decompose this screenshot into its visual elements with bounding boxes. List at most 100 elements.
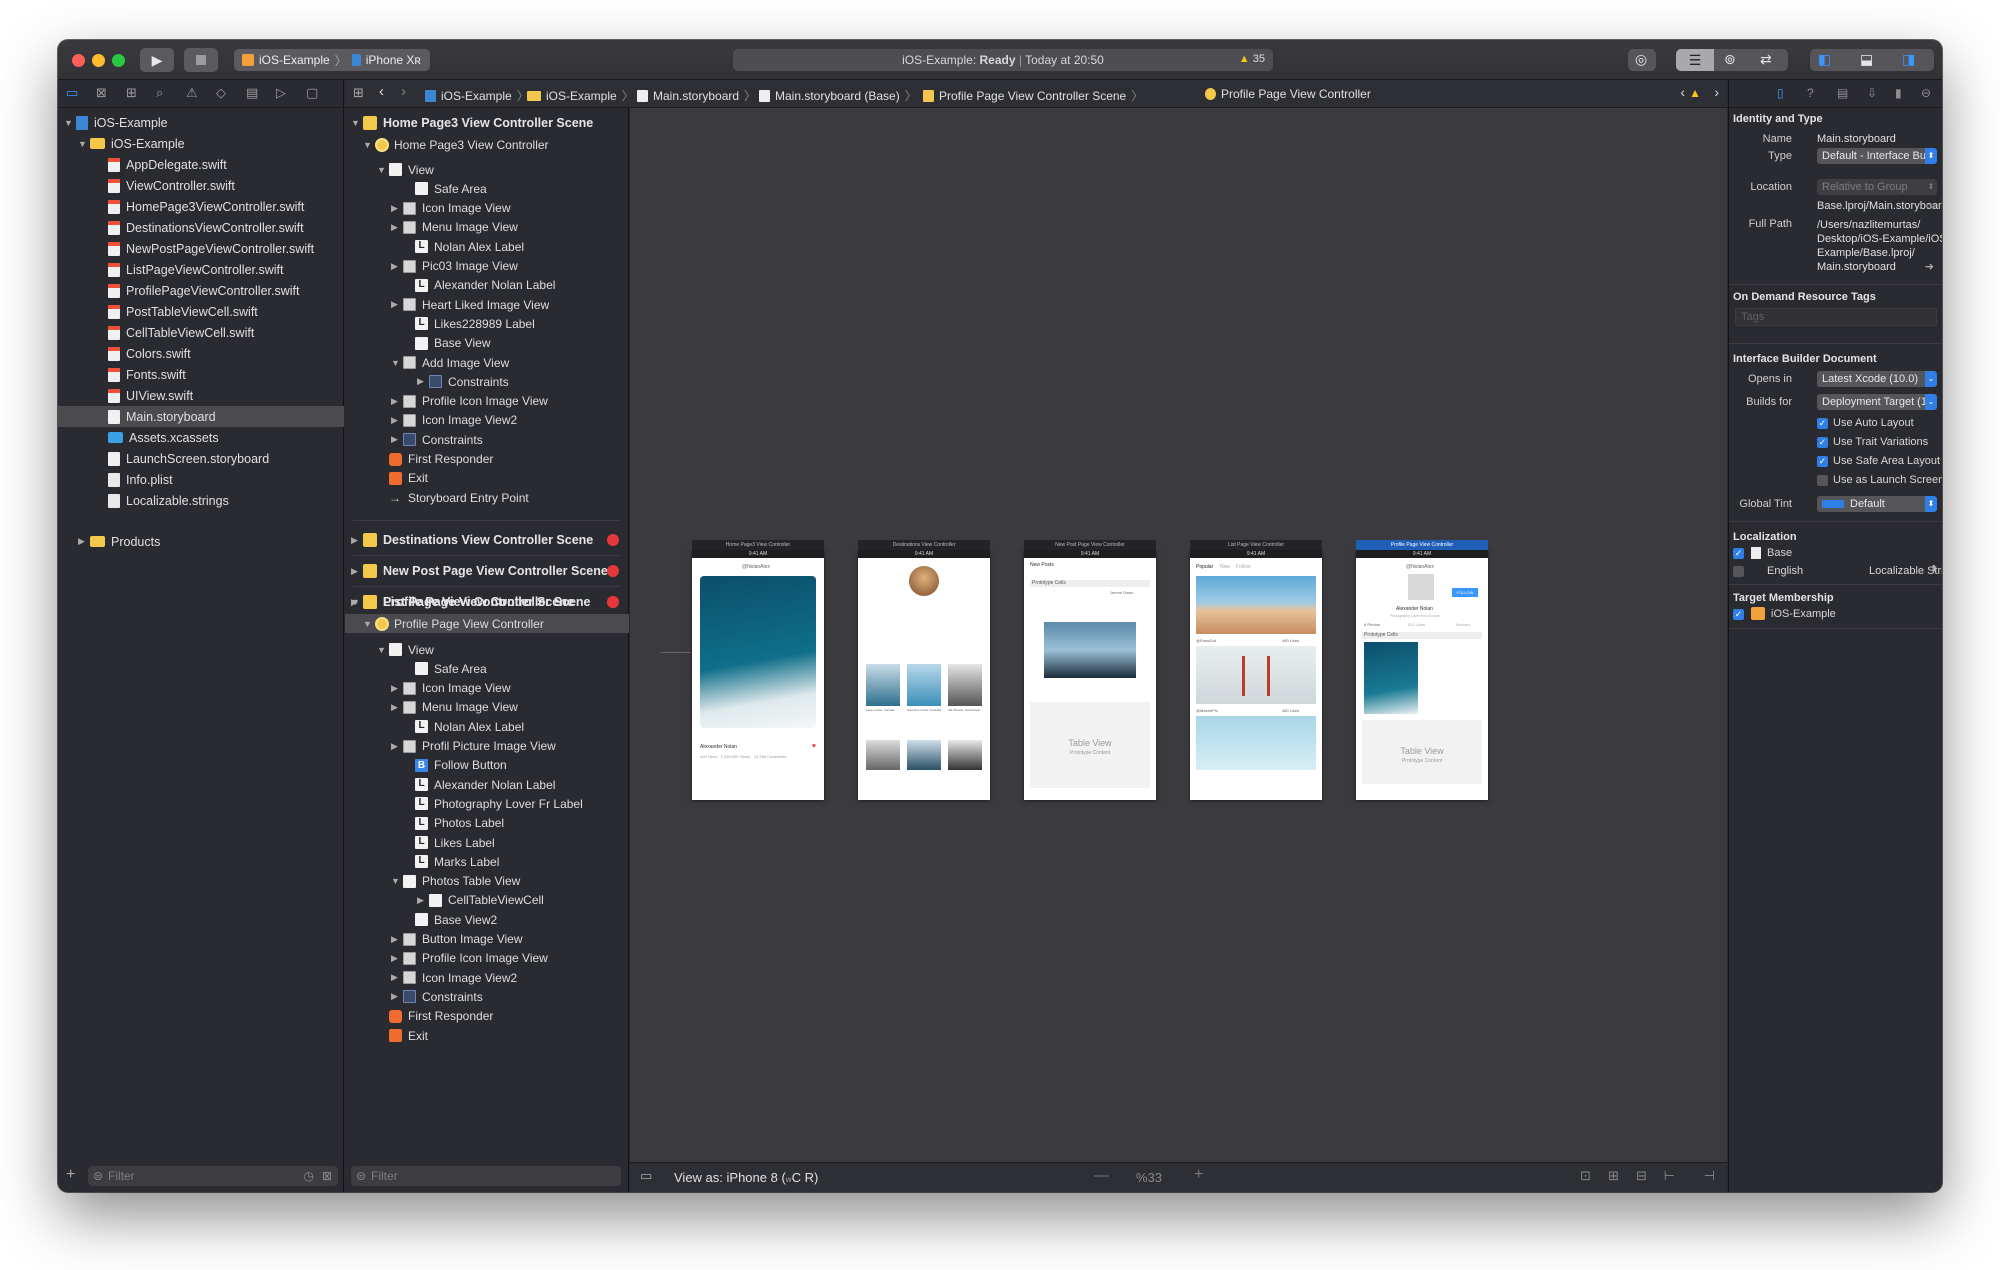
- disclosure-closed-icon[interactable]: ▶: [351, 566, 363, 577]
- tree-root[interactable]: ▼ iOS-Example: [58, 112, 344, 133]
- outline-row[interactable]: First Responder: [345, 1007, 629, 1026]
- disclosure-closed-icon[interactable]: ▶: [78, 536, 90, 547]
- attributes-inspector-icon[interactable]: ⇩: [1867, 86, 1877, 100]
- outline-row[interactable]: ▶ Icon Image View: [345, 199, 629, 218]
- outline-row[interactable]: ▶ CellTableViewCell: [345, 891, 629, 910]
- file-item[interactable]: HomePage3ViewController.swift: [58, 196, 344, 217]
- zoom-in-icon[interactable]: +: [1194, 1166, 1203, 1184]
- outline-row[interactable]: ▶ Profil Picture Image View: [345, 737, 629, 756]
- file-item[interactable]: NewPostPageViewController.swift: [58, 238, 344, 259]
- scene-destinations[interactable]: Destinations View Controller 9:41 AM Lak…: [858, 540, 990, 800]
- target-checkbox[interactable]: ✓: [1733, 609, 1744, 620]
- add-icon[interactable]: +: [66, 1166, 75, 1184]
- recent-icon[interactable]: ◷: [304, 1166, 314, 1186]
- scene-new-post[interactable]: New Post Page View Controller 9:41 AM Ne…: [1024, 540, 1156, 800]
- identity-inspector-icon[interactable]: ▤: [1837, 86, 1848, 100]
- reveal-arrow-icon[interactable]: ➜: [1925, 260, 1934, 273]
- file-item[interactable]: LaunchScreen.storyboard: [58, 448, 344, 469]
- folder-icon[interactable]: ▭: [1926, 199, 1936, 212]
- file-item[interactable]: Localizable.strings: [58, 490, 344, 511]
- disclosure-open-icon[interactable]: ▼: [78, 139, 90, 149]
- outline-row[interactable]: ▶ Pic03 Image View: [345, 257, 629, 276]
- outline-row[interactable]: L Likes Label: [345, 833, 629, 852]
- tags-field[interactable]: Tags: [1735, 308, 1937, 326]
- error-icon[interactable]: [607, 534, 619, 546]
- outline-row[interactable]: Safe Area: [345, 179, 629, 198]
- error-icon[interactable]: [607, 565, 619, 577]
- outline-row[interactable]: ▶ Profile Icon Image View: [345, 949, 629, 968]
- back-icon[interactable]: ‹: [379, 83, 384, 100]
- disclosure-open-icon[interactable]: ▼: [363, 619, 375, 629]
- embed-icon[interactable]: ⊞: [1608, 1168, 1619, 1184]
- outline-controller[interactable]: ▼ Home Page3 View Controller: [345, 135, 629, 154]
- disclosure-open-icon[interactable]: ▼: [377, 645, 389, 655]
- previous-issue-icon[interactable]: ‹: [1680, 84, 1685, 100]
- related-items-icon[interactable]: ⊞: [353, 85, 364, 101]
- option-checkbox[interactable]: ✓: [1817, 456, 1828, 467]
- scheme-selector[interactable]: iOS-Example 〉 iPhone Xʀ: [234, 49, 430, 71]
- view-as-button[interactable]: View as: iPhone 8 (wC R): [674, 1170, 818, 1185]
- disclosure-closed-icon[interactable]: ▶: [391, 953, 403, 964]
- error-icon[interactable]: [607, 596, 619, 608]
- size-inspector-icon[interactable]: ▮: [1895, 86, 1902, 100]
- jumpbar-item[interactable]: iOS-Example 〉: [527, 87, 634, 104]
- outline-row[interactable]: ▼ Photos Table View: [345, 872, 629, 891]
- disclosure-closed-icon[interactable]: ▶: [391, 741, 403, 752]
- warning-indicator[interactable]: ▲ 35: [1239, 53, 1265, 65]
- outline-toggle-icon[interactable]: ▭: [640, 1168, 652, 1184]
- location-popup[interactable]: Relative to Group ⬍: [1817, 179, 1937, 195]
- navigator-filter[interactable]: ⊜ Filter ◷ ⊠: [88, 1166, 338, 1186]
- align-icon[interactable]: ⊟: [1636, 1168, 1647, 1184]
- disclosure-closed-icon[interactable]: ▶: [391, 702, 403, 713]
- outline-row[interactable]: → Storyboard Entry Point: [345, 488, 629, 507]
- tree-products[interactable]: ▶ Products: [58, 531, 344, 552]
- outline-row[interactable]: First Responder: [345, 450, 629, 469]
- scene-home[interactable]: ▼ Home Page3 View Controller Scene: [345, 110, 629, 136]
- tint-popup[interactable]: Default ⬍: [1817, 496, 1937, 512]
- file-item[interactable]: DestinationsViewController.swift: [58, 217, 344, 238]
- outline-row[interactable]: B Follow Button: [345, 756, 629, 775]
- disclosure-closed-icon[interactable]: ▶: [417, 895, 429, 906]
- pin-icon[interactable]: ⊢: [1664, 1168, 1675, 1184]
- outline-row[interactable]: Safe Area: [345, 659, 629, 678]
- outline-row[interactable]: ▶ Icon Image View: [345, 679, 629, 698]
- chevron-updown-icon[interactable]: ⬍: [1930, 564, 1938, 575]
- file-item[interactable]: Fonts.swift: [58, 364, 344, 385]
- outline-row[interactable]: ▶ Profile Icon Image View: [345, 392, 629, 411]
- name-value[interactable]: Main.storyboard: [1817, 133, 1896, 145]
- scm-filter-icon[interactable]: ⊠: [322, 1166, 332, 1186]
- outline-controller-selected[interactable]: ▼ Profile Page View Controller: [345, 614, 629, 633]
- outline-row[interactable]: L Photography Lover Fr Label: [345, 794, 629, 813]
- file-inspector-icon[interactable]: ▯: [1777, 86, 1784, 100]
- outline-row[interactable]: L Alexander Nolan Label: [345, 276, 629, 295]
- disclosure-open-icon[interactable]: ▼: [363, 140, 375, 150]
- disclosure-open-icon[interactable]: ▼: [377, 165, 389, 175]
- outline-row[interactable]: ▶ Button Image View: [345, 930, 629, 949]
- scene-list-page[interactable]: List Page View Controller 9:41 AM Popula…: [1190, 540, 1322, 800]
- update-frames-icon[interactable]: ⊡: [1580, 1168, 1591, 1184]
- scene-profile[interactable]: ▼ Profile Page View Controller Scene: [345, 589, 629, 615]
- version-editor-icon[interactable]: ⇄: [1760, 51, 1772, 68]
- outline-row[interactable]: L Marks Label: [345, 852, 629, 871]
- english-checkbox[interactable]: [1733, 566, 1744, 577]
- symbol-icon[interactable]: ⊞: [126, 85, 137, 101]
- outline-row[interactable]: ▶ Menu Image View: [345, 698, 629, 717]
- outline-row[interactable]: ▶ Menu Image View: [345, 218, 629, 237]
- inspector-toggle-icon[interactable]: ◨: [1902, 51, 1915, 68]
- outline-row[interactable]: L Photos Label: [345, 814, 629, 833]
- file-item[interactable]: UIView.swift: [58, 385, 344, 406]
- outline-row[interactable]: ▶ Icon Image View2: [345, 411, 629, 430]
- disclosure-closed-icon[interactable]: ▶: [417, 376, 429, 387]
- file-item[interactable]: Assets.xcassets: [58, 427, 344, 448]
- help-inspector-icon[interactable]: ?: [1807, 86, 1814, 100]
- outline-row[interactable]: L Likes228989 Label: [345, 314, 629, 333]
- disclosure-closed-icon[interactable]: ▶: [391, 415, 403, 426]
- source-control-icon[interactable]: ⊠: [96, 85, 107, 101]
- disclosure-closed-icon[interactable]: ▶: [391, 203, 403, 214]
- jumpbar-item[interactable]: Profile Page View Controller Scene 〉: [923, 87, 1143, 104]
- assistant-editor-icon[interactable]: ⊚: [1724, 51, 1736, 68]
- opens-popup[interactable]: Latest Xcode (10.0) ⌄: [1817, 371, 1937, 387]
- file-item[interactable]: CellTableViewCell.swift: [58, 322, 344, 343]
- disclosure-open-icon[interactable]: ▼: [64, 118, 76, 128]
- disclosure-closed-icon[interactable]: ▶: [391, 683, 403, 694]
